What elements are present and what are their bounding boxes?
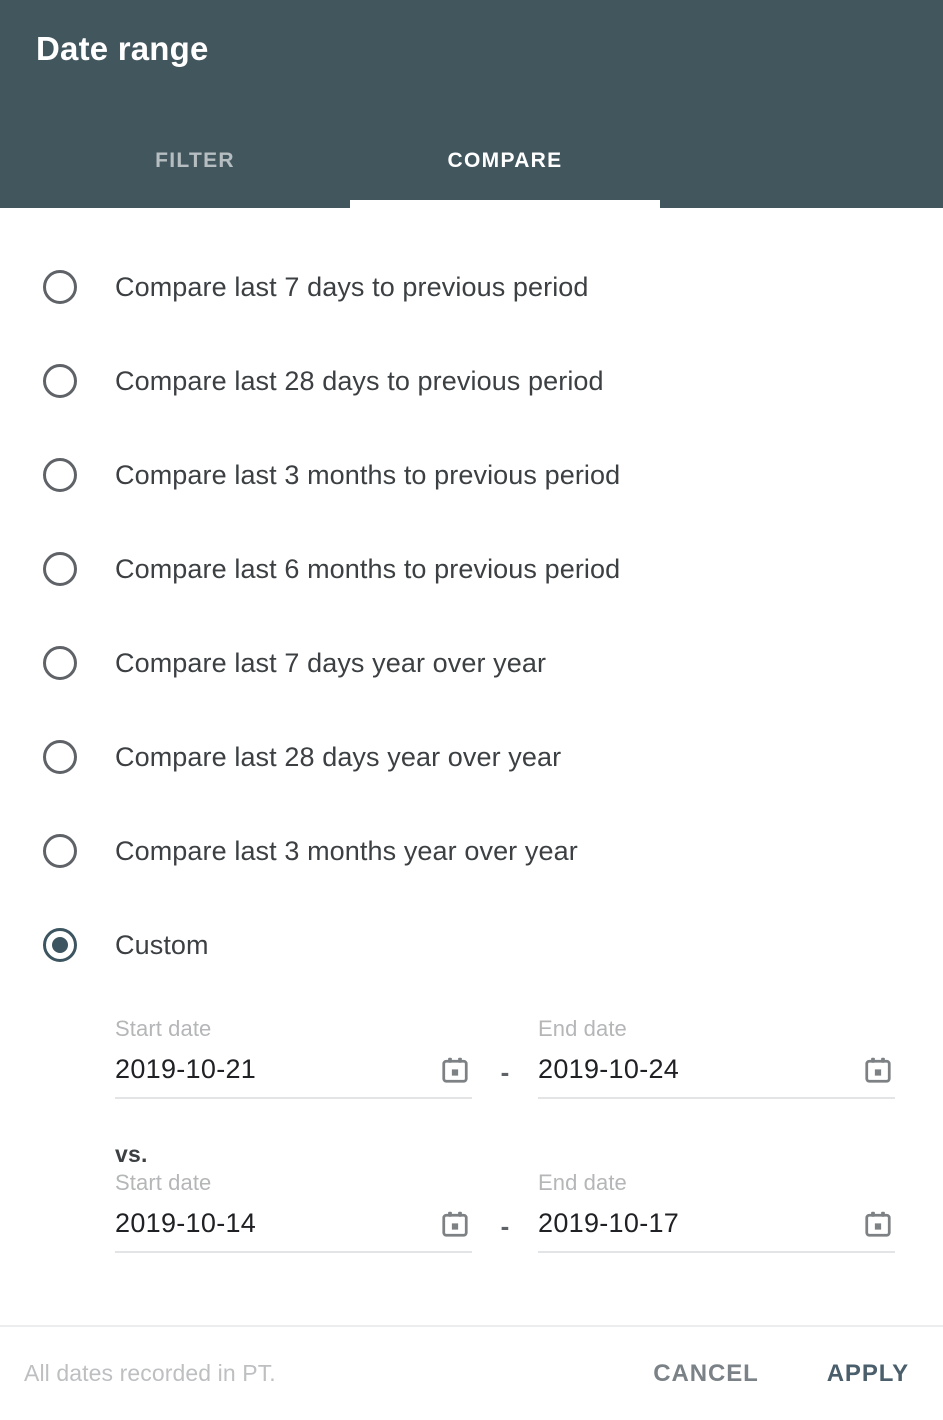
option-label: Compare last 6 months to previous period bbox=[115, 553, 621, 584]
option-label: Compare last 7 days year over year bbox=[115, 647, 547, 678]
tab-bar: FILTER COMPARE bbox=[0, 124, 943, 208]
comparison-start-date-input[interactable]: 2019-10-14 bbox=[115, 1208, 472, 1253]
option-label: Compare last 28 days to previous period bbox=[115, 365, 604, 396]
comparison-start-date-value: 2019-10-14 bbox=[115, 1208, 257, 1238]
radio-icon[interactable] bbox=[43, 458, 77, 492]
calendar-icon[interactable] bbox=[440, 1055, 470, 1085]
primary-start-date-value: 2019-10-21 bbox=[115, 1054, 257, 1084]
radio-icon[interactable] bbox=[43, 834, 77, 868]
option-label: Custom bbox=[115, 929, 209, 960]
comparison-end-date-value: 2019-10-17 bbox=[538, 1208, 680, 1238]
primary-end-date-input[interactable]: 2019-10-24 bbox=[538, 1054, 895, 1099]
option-custom[interactable]: Custom bbox=[0, 922, 943, 968]
calendar-icon[interactable] bbox=[863, 1055, 893, 1085]
option-label: Compare last 3 months year over year bbox=[115, 835, 578, 866]
option-compare-last-3-months-previous[interactable]: Compare last 3 months to previous period bbox=[0, 452, 943, 498]
comparison-start-date-label: Start date bbox=[115, 1170, 212, 1195]
footer-actions: CANCEL APPLY bbox=[649, 1354, 913, 1394]
option-compare-last-28-days-previous[interactable]: Compare last 28 days to previous period bbox=[0, 358, 943, 404]
dialog-body: Compare last 7 days to previous period C… bbox=[0, 208, 943, 1325]
radio-icon[interactable] bbox=[43, 646, 77, 680]
option-label: Compare last 7 days to previous period bbox=[115, 271, 589, 302]
radio-icon-selected[interactable] bbox=[43, 928, 77, 962]
dialog-footer: All dates recorded in PT. CANCEL APPLY bbox=[0, 1325, 943, 1420]
primary-end-date-label: End date bbox=[538, 1016, 627, 1041]
radio-icon[interactable] bbox=[43, 740, 77, 774]
primary-start-date-label: Start date bbox=[115, 1016, 212, 1041]
primary-start-date-input[interactable]: 2019-10-21 bbox=[115, 1054, 472, 1099]
option-label: Compare last 28 days year over year bbox=[115, 741, 562, 772]
tab-compare[interactable]: COMPARE bbox=[350, 124, 660, 208]
option-compare-last-7-days-previous[interactable]: Compare last 7 days to previous period bbox=[0, 264, 943, 310]
tab-filter[interactable]: FILTER bbox=[40, 124, 350, 208]
comparison-end-date-input[interactable]: 2019-10-17 bbox=[538, 1208, 895, 1253]
tab-compare-label: COMPARE bbox=[447, 149, 563, 172]
comparison-date-row: Start date 2019-10-14 - End date 2019-10… bbox=[115, 1170, 898, 1253]
tab-filter-label: FILTER bbox=[155, 149, 235, 172]
date-range-dialog: Date range FILTER COMPARE Compare last 7… bbox=[0, 0, 943, 1420]
option-compare-last-3-months-yoy[interactable]: Compare last 3 months year over year bbox=[0, 828, 943, 874]
primary-date-separator: - bbox=[500, 1057, 510, 1087]
page-title: Date range bbox=[36, 30, 209, 67]
custom-date-area: Start date 2019-10-21 - End date 2019-10… bbox=[0, 1016, 943, 1253]
comparison-end-date-label: End date bbox=[538, 1170, 627, 1195]
vs-label: vs. bbox=[115, 1141, 148, 1167]
dialog-header: Date range FILTER COMPARE bbox=[0, 0, 943, 208]
option-label: Compare last 3 months to previous period bbox=[115, 459, 621, 490]
calendar-icon[interactable] bbox=[440, 1209, 470, 1239]
timezone-note: All dates recorded in PT. bbox=[24, 1360, 276, 1386]
primary-date-row: Start date 2019-10-21 - End date 2019-10… bbox=[115, 1016, 898, 1099]
apply-button[interactable]: APPLY bbox=[823, 1354, 913, 1394]
comparison-start-date-field[interactable]: Start date 2019-10-14 bbox=[115, 1170, 472, 1253]
primary-start-date-field[interactable]: Start date 2019-10-21 bbox=[115, 1016, 472, 1099]
option-compare-last-28-days-yoy[interactable]: Compare last 28 days year over year bbox=[0, 734, 943, 780]
radio-icon[interactable] bbox=[43, 364, 77, 398]
calendar-icon[interactable] bbox=[863, 1209, 893, 1239]
comparison-date-separator: - bbox=[500, 1211, 510, 1241]
radio-icon[interactable] bbox=[43, 552, 77, 586]
primary-end-date-value: 2019-10-24 bbox=[538, 1054, 680, 1084]
option-compare-last-7-days-yoy[interactable]: Compare last 7 days year over year bbox=[0, 640, 943, 686]
comparison-end-date-field[interactable]: End date 2019-10-17 bbox=[538, 1170, 895, 1253]
primary-end-date-field[interactable]: End date 2019-10-24 bbox=[538, 1016, 895, 1099]
option-compare-last-6-months-previous[interactable]: Compare last 6 months to previous period bbox=[0, 546, 943, 592]
radio-icon[interactable] bbox=[43, 270, 77, 304]
cancel-button[interactable]: CANCEL bbox=[649, 1354, 762, 1394]
